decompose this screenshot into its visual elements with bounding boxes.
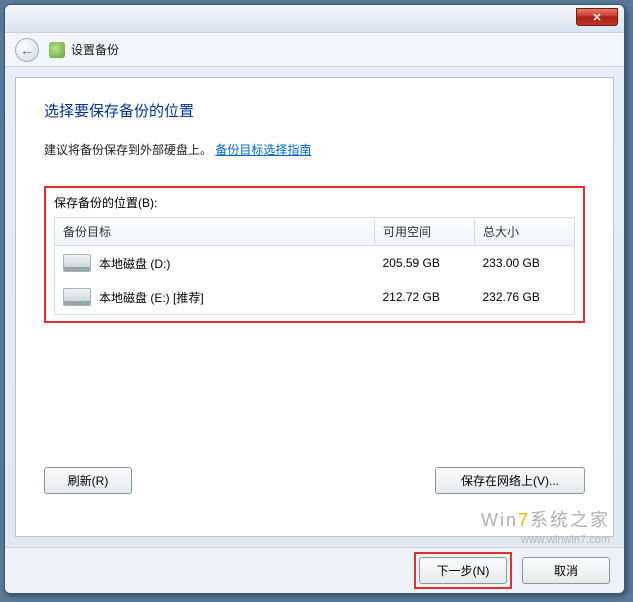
- close-icon: ✕: [592, 11, 601, 24]
- drive-total: 232.76 GB: [475, 280, 575, 315]
- col-total[interactable]: 总大小: [475, 218, 575, 246]
- page-heading: 选择要保存备份的位置: [44, 100, 585, 121]
- close-button[interactable]: ✕: [576, 8, 618, 26]
- table-row[interactable]: 本地磁盘 (E:) [推荐] 212.72 GB 232.76 GB: [55, 280, 575, 315]
- next-highlight: 下一步(N): [414, 552, 512, 589]
- drive-name: 本地磁盘 (E:) [推荐]: [99, 289, 204, 306]
- nav-title: 设置备份: [49, 41, 119, 58]
- navbar: ← 设置备份: [5, 33, 624, 67]
- drives-table: 备份目标 可用空间 总大小 本地磁盘 (D:): [54, 217, 575, 315]
- dialog-window: ✕ ← 设置备份 选择要保存备份的位置 建议将备份保存到外部硬盘上。 备份目标选…: [4, 4, 625, 594]
- drive-free: 212.72 GB: [375, 280, 475, 315]
- footer: 下一步(N) 取消: [5, 547, 624, 593]
- drive-icon: [63, 288, 91, 306]
- drive-name: 本地磁盘 (D:): [99, 255, 170, 272]
- cancel-button[interactable]: 取消: [522, 557, 610, 584]
- titlebar: ✕: [5, 5, 624, 33]
- location-label: 保存备份的位置(B):: [54, 194, 575, 211]
- advice-text: 建议将备份保存到外部硬盘上。: [44, 143, 212, 157]
- content: 选择要保存备份的位置 建议将备份保存到外部硬盘上。 备份目标选择指南 保存备份的…: [15, 77, 614, 537]
- location-highlight: 保存备份的位置(B): 备份目标 可用空间 总大小: [44, 186, 585, 323]
- col-free[interactable]: 可用空间: [375, 218, 475, 246]
- table-row[interactable]: 本地磁盘 (D:) 205.59 GB 233.00 GB: [55, 246, 575, 281]
- backup-icon: [49, 42, 65, 58]
- drive-free: 205.59 GB: [375, 246, 475, 281]
- advice-line: 建议将备份保存到外部硬盘上。 备份目标选择指南: [44, 141, 585, 158]
- nav-title-text: 设置备份: [71, 41, 119, 58]
- content-outer: 选择要保存备份的位置 建议将备份保存到外部硬盘上。 备份目标选择指南 保存备份的…: [5, 67, 624, 547]
- back-button[interactable]: ←: [15, 38, 39, 62]
- refresh-button[interactable]: 刷新(R): [44, 467, 132, 494]
- drive-icon: [63, 254, 91, 272]
- drive-total: 233.00 GB: [475, 246, 575, 281]
- arrow-left-icon: ←: [20, 42, 34, 58]
- button-row: 刷新(R) 保存在网络上(V)...: [44, 467, 585, 494]
- col-target[interactable]: 备份目标: [55, 218, 375, 246]
- advice-link[interactable]: 备份目标选择指南: [215, 143, 311, 157]
- next-button[interactable]: 下一步(N): [419, 557, 507, 584]
- save-network-button[interactable]: 保存在网络上(V)...: [435, 467, 585, 494]
